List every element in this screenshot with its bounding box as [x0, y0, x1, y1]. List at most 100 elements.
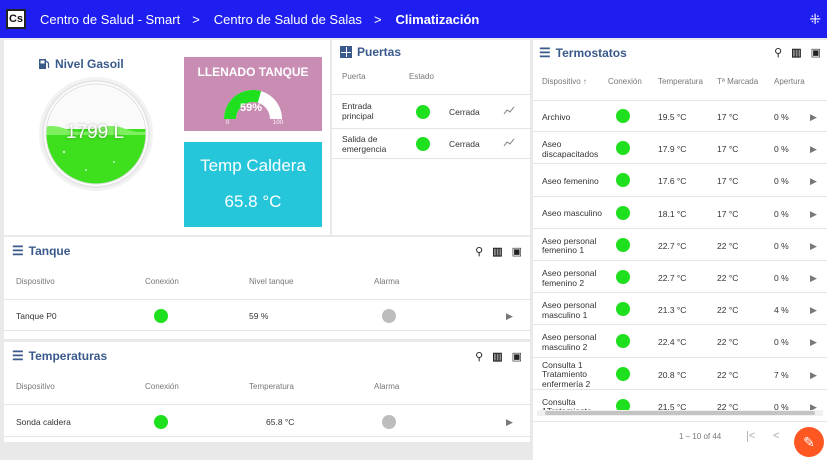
play-icon[interactable]: ▶ — [506, 417, 513, 428]
termostatos-title: Termostatos — [555, 46, 627, 60]
termostato-dispositivo: Archivo — [542, 111, 571, 122]
list-icon: ☰ — [539, 45, 551, 60]
temperaturas-header-temperatura: Temperatura — [249, 382, 294, 391]
play-icon[interactable]: ▶ — [810, 112, 817, 123]
table-row[interactable]: Consulta 1 Tratamiento enfermería 2 20.8 … — [533, 358, 827, 390]
termostato-marcada: 17 °C — [717, 208, 739, 219]
termostato-marcada: 22 °C — [717, 273, 739, 283]
play-icon[interactable]: ▶ — [810, 144, 817, 155]
door-icon — [340, 46, 352, 58]
termostato-dispositivo: Aseo personal femenino 1 — [542, 235, 597, 256]
play-icon[interactable]: ▶ — [810, 337, 817, 348]
termostato-apertura: 4 % — [774, 305, 789, 316]
tanque-nivel: 59 % — [249, 311, 269, 321]
trend-icon[interactable] — [503, 106, 515, 116]
termostatos-title-row: ☰ Termostatos — [539, 45, 627, 61]
table-row[interactable]: Aseo personal masculino 1 21.3 °C 22 °C 4 %… — [533, 293, 827, 326]
table-row[interactable]: Aseo personal femenino 1 22.7 °C 22 °C 0 % ▶ — [533, 229, 827, 261]
search-icon[interactable]: ⚲ — [475, 350, 483, 363]
play-icon[interactable]: ▶ — [506, 311, 513, 322]
table-row[interactable]: Archivo 19.5 °C 17 °C 0 % ▶ — [533, 100, 827, 133]
termostato-marcada: 22 °C — [717, 369, 739, 380]
termostato-temperatura: 21.3 °C — [658, 305, 687, 316]
breadcrumb-smart[interactable]: Centro de Salud - Smart — [40, 12, 180, 27]
play-icon[interactable]: ▶ — [810, 176, 817, 187]
columns-icon[interactable]: ▥ — [492, 350, 502, 363]
first-page-icon[interactable]: |< — [746, 430, 755, 442]
tanque-panel: ☰ Tanque ⚲ ▥ ▣ Dispositivo Conexión Nive… — [4, 237, 530, 339]
export-icon[interactable]: ▣ — [512, 350, 522, 363]
sort-arrow-icon[interactable]: ↑ — [583, 77, 587, 86]
llenado-max: 100 — [273, 120, 284, 126]
temperaturas-dispositivo: Sonda caldera — [16, 417, 71, 427]
breadcrumb-separator: > — [192, 11, 200, 27]
connection-dot — [616, 366, 630, 381]
gasoil-panel: Nivel Gasoil 1799 L LLENADO TANQUE 59% 0… — [4, 40, 330, 235]
termostatos-toolbar: ⚲ ▥ ▣ — [774, 46, 821, 59]
connection-dot — [154, 415, 168, 429]
caldera-value: 65.8 °C — [224, 192, 282, 211]
termostato-dispositivo: Aseo personal masculino 2 — [542, 332, 597, 352]
columns-icon[interactable]: ▥ — [791, 46, 801, 59]
termostato-temperatura: 22.4 °C — [658, 337, 687, 348]
export-icon[interactable]: ▣ — [512, 245, 522, 258]
table-row[interactable]: Aseo personal masculino 2 22.4 °C 22 °C 0 %… — [533, 325, 827, 358]
tanque-header-conexion: Conexión — [145, 277, 179, 286]
termostato-marcada: 17 °C — [717, 144, 739, 155]
play-icon[interactable]: ▶ — [810, 273, 817, 284]
prev-page-icon[interactable]: < — [773, 430, 779, 442]
temperaturas-header-alarma: Alarma — [374, 382, 400, 391]
play-icon[interactable]: ▶ — [810, 370, 817, 381]
app-logo[interactable]: Cs — [6, 9, 26, 29]
puerta-estado: Cerrada — [449, 107, 480, 117]
connection-dot — [616, 270, 630, 284]
table-row[interactable]: Aseo masculino 18.1 °C 17 °C 0 % ▶ — [533, 197, 827, 229]
horizontal-scrollbar[interactable] — [537, 410, 823, 416]
gasoil-title-row: Nivel Gasoil — [38, 57, 124, 71]
search-icon[interactable]: ⚲ — [774, 46, 782, 59]
termostato-dispositivo: Consulta 1Tratamiento — [542, 396, 592, 416]
play-icon[interactable]: ▶ — [810, 241, 817, 252]
table-row[interactable]: Aseo personal femenino 2 22.7 °C 22 °C 0 % ▶ — [533, 261, 827, 294]
termostato-temperatura: 19.5 °C — [658, 112, 687, 122]
connection-dot — [616, 141, 630, 156]
connection-dot — [616, 173, 630, 188]
puertas-header-puerta: Puerta — [342, 72, 366, 81]
temperaturas-title: Temperaturas — [28, 349, 108, 363]
termostatos-panel: ☰ Termostatos ⚲ ▥ ▣ Dispositivo ↑ Conexi… — [533, 40, 827, 460]
termostato-temperatura: 17.9 °C — [658, 144, 687, 155]
trend-icon[interactable] — [503, 138, 515, 148]
llenado-title: LLENADO TANQUE — [197, 65, 309, 79]
breadcrumb-salas[interactable]: Centro de Salud de Salas — [214, 12, 362, 27]
termostato-apertura: 0 % — [774, 337, 789, 348]
table-row[interactable]: Aseo femenino 17.6 °C 17 °C 0 % ▶ — [533, 164, 827, 197]
termostato-marcada: 17 °C — [717, 176, 739, 187]
termostato-dispositivo: Consulta 1 Tratamiento enfermería 2 — [542, 359, 591, 389]
export-icon[interactable]: ▣ — [811, 46, 821, 59]
puerta-name: Entrada principal — [342, 101, 374, 121]
table-row[interactable]: Consulta 1Tratamiento21.5 °C22 °C0 %▶ — [533, 390, 827, 422]
llenado-min: 0 — [226, 120, 230, 126]
termostato-dispositivo: Aseo femenino — [542, 176, 599, 187]
play-icon[interactable]: ▶ — [810, 209, 817, 220]
grid-icon[interactable]: ⁜ — [809, 11, 821, 28]
puertas-title-row: Puertas — [340, 45, 401, 59]
edit-icon[interactable]: ✎ — [794, 427, 824, 457]
tanque-title-row: ☰ Tanque — [12, 243, 70, 259]
termostato-dispositivo: Aseo personal femenino 2 — [542, 268, 597, 288]
table-row[interactable]: Aseo discapacitados 17.9 °C 17 °C 0 % ▶ — [533, 132, 827, 165]
play-icon[interactable]: ▶ — [810, 305, 817, 316]
termostato-temperatura: 17.6 °C — [658, 176, 687, 187]
puerta-estado: Cerrada — [449, 139, 480, 149]
termostato-temperatura: 18.1 °C — [658, 208, 687, 219]
search-icon[interactable]: ⚲ — [475, 245, 483, 258]
tanque-header-dispositivo: Dispositivo — [16, 277, 55, 286]
termostato-dispositivo: Aseo personal masculino 1 — [542, 300, 597, 320]
columns-icon[interactable]: ▥ — [492, 245, 502, 258]
llenado-percent: 59% — [240, 102, 263, 114]
list-icon: ☰ — [12, 243, 24, 258]
temperaturas-header-dispositivo: Dispositivo — [16, 382, 55, 391]
termostatos-header-dispositivo[interactable]: Dispositivo ↑ — [542, 77, 587, 86]
termostato-marcada: 22 °C — [717, 240, 739, 251]
gasoil-title: Nivel Gasoil — [55, 57, 124, 71]
